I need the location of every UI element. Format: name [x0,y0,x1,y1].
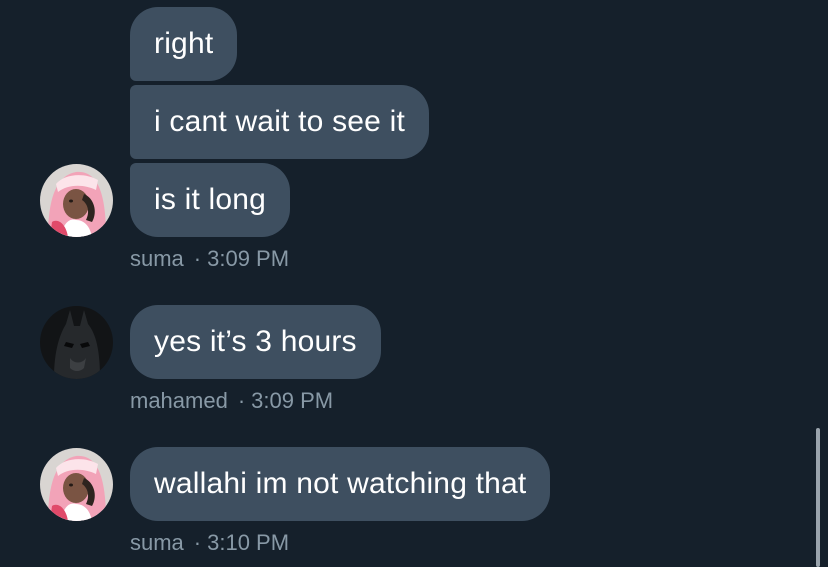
message-meta: suma · 3:10 PM [130,530,289,556]
message-bubble[interactable]: is it long [130,163,291,237]
meta-separator: · [193,530,202,555]
message-time: 3:10 PM [207,530,290,555]
message-meta: mahamed · 3:09 PM [130,388,333,414]
message-text: wallahi im not watching that [154,467,527,500]
message-bubble[interactable]: i cant wait to see it [130,85,429,159]
message-time: 3:09 PM [251,388,334,413]
batman-avatar-image [40,306,113,379]
mahamed-avatar[interactable] [40,306,113,379]
message-bubble[interactable]: yes it’s 3 hours [130,305,381,379]
message-bubble[interactable]: wallahi im not watching that [130,447,551,521]
message-bubble[interactable]: right [130,7,238,81]
message-time: 3:09 PM [207,246,290,271]
message-text: i cant wait to see it [154,105,405,138]
message-meta: suma · 3:09 PM [130,246,289,272]
sender-name[interactable]: suma [130,530,184,555]
suma-avatar[interactable] [40,164,113,237]
scrollbar-thumb[interactable] [816,428,820,567]
message-text: right [154,27,214,60]
sender-name[interactable]: suma [130,246,184,271]
suma-avatar[interactable] [40,448,113,521]
message-text: is it long [154,183,267,216]
message-text: yes it’s 3 hours [154,325,357,358]
sender-name[interactable]: mahamed [130,388,228,413]
meta-separator: · [237,388,246,413]
meta-separator: · [193,246,202,271]
pink-hijab-avatar-image [40,448,113,521]
pink-hijab-avatar-image [40,164,113,237]
